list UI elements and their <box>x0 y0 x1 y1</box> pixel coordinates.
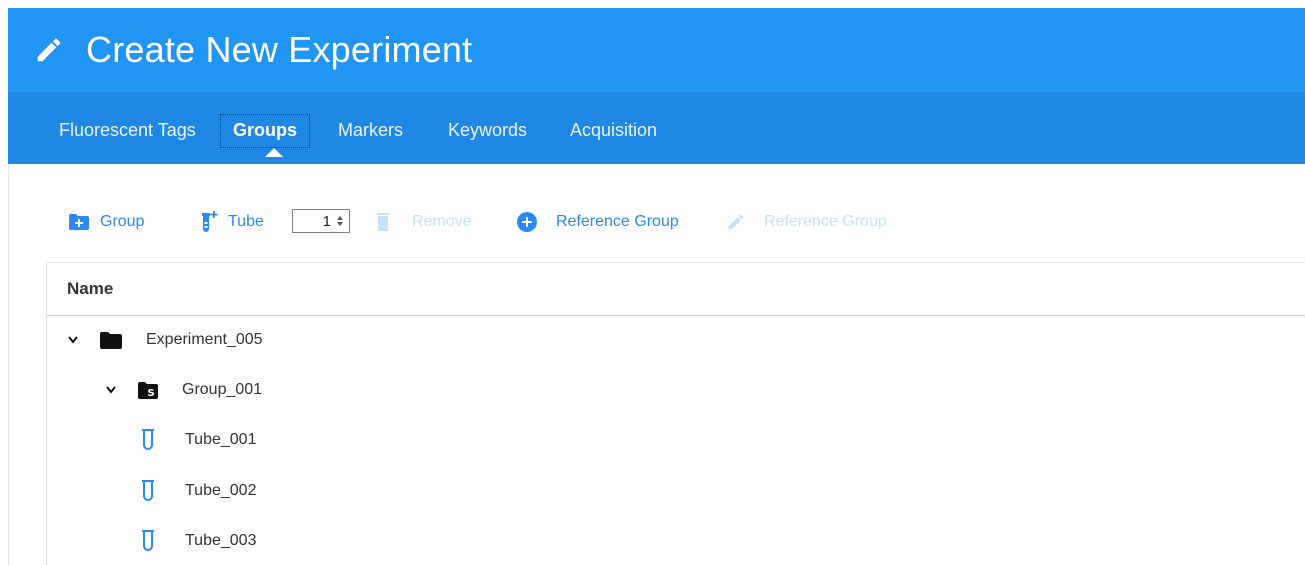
tab-acquisition[interactable]: Acquisition <box>558 114 669 146</box>
tab-fluorescent-tags[interactable]: Fluorescent Tags <box>47 114 208 146</box>
tree-row-label: Tube_001 <box>185 431 257 448</box>
tube-count-value: 1 <box>322 212 331 230</box>
tree-row-tube[interactable]: Tube_002 <box>142 476 256 506</box>
tree-row-experiment[interactable]: Experiment_005 <box>66 325 263 355</box>
stepper-arrows[interactable] <box>335 212 345 230</box>
tree-row-group[interactable]: S Group_001 <box>104 375 262 405</box>
column-header-name[interactable]: Name <box>67 279 113 299</box>
tree-row-label: Group_001 <box>182 381 263 398</box>
tree-row-label: Tube_002 <box>185 482 257 499</box>
folder-icon <box>100 331 122 349</box>
decrement-icon[interactable] <box>337 222 343 226</box>
edit-reference-group-button[interactable]: Reference Group <box>726 208 887 236</box>
tree-row-label: Tube_003 <box>185 532 257 549</box>
increment-icon[interactable] <box>337 216 343 220</box>
tree-row-label: Experiment_005 <box>146 331 263 348</box>
pencil-icon <box>726 212 746 232</box>
title-bar: Create New Experiment <box>8 8 1305 92</box>
tree-row-tube[interactable]: Tube_003 <box>142 526 256 556</box>
tab-markers[interactable]: Markers <box>326 114 415 146</box>
add-group-button[interactable]: Group <box>68 208 144 236</box>
tube-plus-icon <box>200 210 218 234</box>
add-tube-label: Tube <box>228 213 264 230</box>
chevron-down-icon[interactable] <box>104 383 118 397</box>
grid-header: Name <box>47 263 1305 316</box>
chevron-down-icon[interactable] <box>66 333 80 347</box>
tab-groups[interactable]: Groups <box>220 114 311 148</box>
tab-bar: Fluorescent Tags Groups Markers Keywords… <box>8 92 1305 164</box>
tab-keywords[interactable]: Keywords <box>436 114 539 146</box>
folder-s-icon: S <box>138 381 158 399</box>
tube-count-stepper[interactable]: 1 <box>292 209 350 233</box>
remove-label: Remove <box>412 213 472 230</box>
add-reference-group-label: Reference Group <box>556 213 679 230</box>
toolbar: Group Tube Remove Reference Group Refere… <box>0 200 1305 244</box>
folder-plus-icon <box>68 213 90 231</box>
pencil-icon <box>32 33 66 67</box>
add-group-label: Group <box>100 213 145 230</box>
tube-icon <box>142 429 154 451</box>
trash-icon <box>376 212 390 232</box>
add-tube-button[interactable]: Tube <box>200 208 264 236</box>
tube-icon <box>142 480 154 502</box>
remove-button[interactable]: Remove <box>376 208 472 236</box>
groups-tree-grid: Name <box>46 262 1305 565</box>
plus-circle-icon <box>516 211 538 233</box>
page-title: Create New Experiment <box>86 29 473 70</box>
tree-row-tube[interactable]: Tube_001 <box>142 425 256 455</box>
add-reference-group-button[interactable]: Reference Group <box>516 208 679 236</box>
tube-icon <box>142 530 154 552</box>
svg-text:S: S <box>147 388 154 399</box>
active-tab-indicator <box>265 148 283 157</box>
edit-reference-group-label: Reference Group <box>764 213 887 230</box>
window-frame <box>0 0 8 565</box>
